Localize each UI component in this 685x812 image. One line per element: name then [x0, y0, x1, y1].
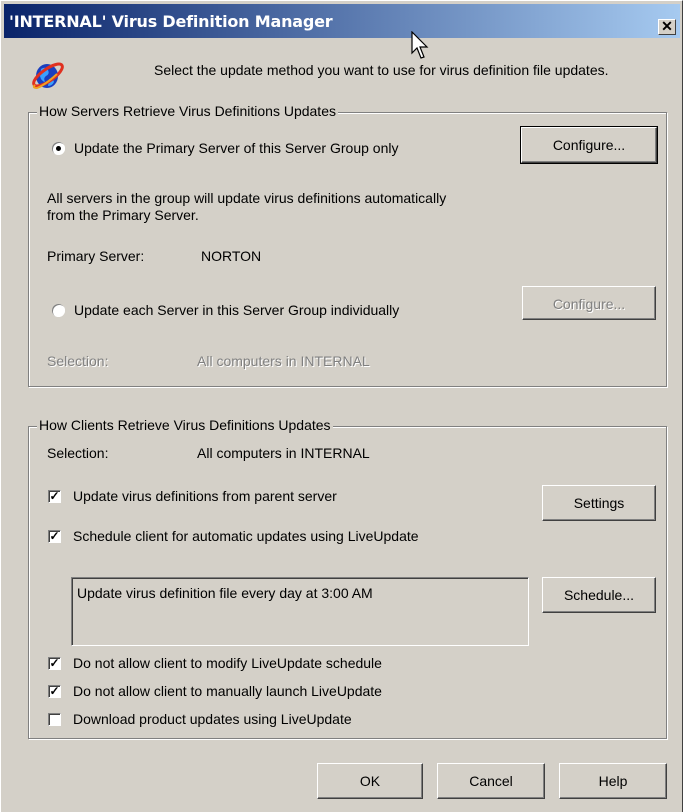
- radio-primary-label[interactable]: Update the Primary Server of this Server…: [74, 140, 398, 156]
- no-modify-label[interactable]: Do not allow client to modify LiveUpdate…: [73, 655, 382, 671]
- checkmark-icon: ✓: [49, 684, 60, 698]
- ok-button[interactable]: OK: [317, 763, 423, 799]
- configure-individual-label: Configure...: [552, 296, 626, 312]
- window-title: 'INTERNAL' Virus Definition Manager: [9, 12, 333, 31]
- help-button-label: Help: [598, 773, 628, 789]
- checkbox-no-manual[interactable]: ✓: [48, 685, 61, 698]
- no-manual-label[interactable]: Do not allow client to manually launch L…: [73, 683, 382, 699]
- cancel-button[interactable]: Cancel: [437, 763, 545, 799]
- clients-selection-value: All computers in INTERNAL: [197, 445, 370, 461]
- configure-primary-button[interactable]: Configure...: [520, 126, 658, 164]
- settings-button[interactable]: Settings: [542, 485, 656, 521]
- close-icon: ✕: [661, 18, 673, 34]
- settings-button-label: Settings: [573, 495, 625, 511]
- servers-selection-label: Selection:: [47, 353, 109, 369]
- radio-individual-server[interactable]: [52, 304, 65, 317]
- primary-server-value: NORTON: [201, 248, 262, 264]
- schedule-button[interactable]: Schedule...: [542, 577, 656, 613]
- close-button[interactable]: ✕: [658, 19, 676, 35]
- servers-legend: How Servers Retrieve Virus Definitions U…: [37, 103, 338, 119]
- radio-individual-label[interactable]: Update each Server in this Server Group …: [74, 302, 399, 318]
- checkmark-icon: ✓: [49, 489, 60, 503]
- update-from-parent-label[interactable]: Update virus definitions from parent ser…: [73, 488, 337, 504]
- globe-icon: [32, 62, 64, 90]
- checkmark-icon: ✓: [49, 656, 60, 670]
- download-product-label[interactable]: Download product updates using LiveUpdat…: [73, 711, 352, 727]
- mouse-cursor-icon: [411, 31, 429, 59]
- schedule-liveupdate-label[interactable]: Schedule client for automatic updates us…: [73, 528, 419, 544]
- checkbox-no-modify[interactable]: ✓: [48, 657, 61, 670]
- primary-server-label: Primary Server:: [47, 248, 145, 264]
- schedule-textbox[interactable]: Update virus definition file every day a…: [71, 577, 529, 646]
- checkmark-icon: ✓: [49, 529, 60, 543]
- schedule-text: Update virus definition file every day a…: [77, 585, 373, 601]
- servers-selection-value: All computers in INTERNAL: [197, 353, 370, 369]
- servers-description-line1: All servers in the group will update vir…: [47, 190, 447, 206]
- cancel-button-label: Cancel: [469, 773, 513, 789]
- checkbox-download-product[interactable]: [48, 713, 61, 726]
- virus-definition-manager-dialog: 'INTERNAL' Virus Definition Manager ✕ Se…: [0, 0, 683, 812]
- checkbox-schedule-liveupdate[interactable]: ✓: [48, 530, 61, 543]
- radio-primary-server[interactable]: [52, 142, 65, 155]
- ok-button-label: OK: [359, 773, 381, 789]
- radio-selected-dot: [56, 146, 61, 151]
- checkbox-update-from-parent[interactable]: ✓: [48, 490, 61, 503]
- title-bar[interactable]: 'INTERNAL' Virus Definition Manager ✕: [4, 4, 680, 38]
- configure-individual-button[interactable]: Configure...: [522, 286, 656, 320]
- clients-legend: How Clients Retrieve Virus Definitions U…: [37, 417, 333, 433]
- help-button[interactable]: Help: [559, 763, 667, 799]
- clients-selection-label: Selection:: [47, 445, 109, 461]
- schedule-button-label: Schedule...: [563, 587, 635, 603]
- servers-description-line2: from the Primary Server.: [47, 207, 199, 223]
- configure-primary-label: Configure...: [552, 137, 626, 153]
- intro-text: Select the update method you want to use…: [154, 62, 609, 78]
